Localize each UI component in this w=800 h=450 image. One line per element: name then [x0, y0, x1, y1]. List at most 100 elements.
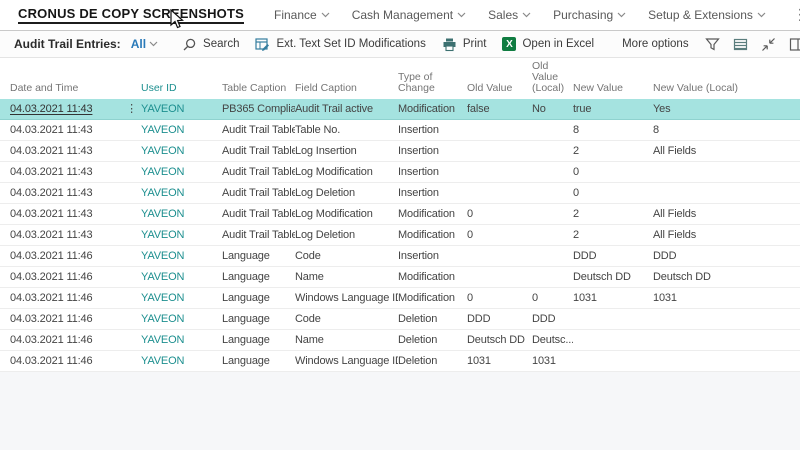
cell-old_local[interactable]: DDD: [532, 309, 573, 330]
cell-new[interactable]: 2: [573, 225, 653, 246]
cell-new[interactable]: 0: [573, 183, 653, 204]
cell-date[interactable]: 04.03.2021 11:43: [10, 162, 122, 183]
cell-table[interactable]: PB365 Complian...: [222, 99, 295, 120]
cell-new_local[interactable]: 1031: [653, 288, 790, 309]
cell-user[interactable]: YAVEON: [141, 204, 222, 225]
column-header-field-caption[interactable]: Field Caption: [295, 83, 398, 94]
cell-type[interactable]: Insertion: [398, 183, 467, 204]
cell-date[interactable]: 04.03.2021 11:43: [10, 183, 122, 204]
cell-new_local[interactable]: All Fields: [653, 141, 790, 162]
cell-type[interactable]: Deletion: [398, 330, 467, 351]
cell-new_local[interactable]: DDD: [653, 246, 790, 267]
nav-item-setup-extensions[interactable]: Setup & Extensions: [648, 8, 766, 22]
cell-old_local[interactable]: No: [532, 99, 573, 120]
nav-item-finance[interactable]: Finance: [274, 8, 330, 22]
cell-table[interactable]: Audit Trail Table ...: [222, 120, 295, 141]
cell-type[interactable]: Modification: [398, 99, 467, 120]
column-header-old-value[interactable]: Old Value: [467, 83, 532, 94]
table-row[interactable]: 04.03.2021 11:46YAVEONLanguageCodeInsert…: [0, 246, 800, 267]
filter-icon[interactable]: [705, 37, 720, 52]
more-options-button[interactable]: More options: [622, 38, 688, 50]
cell-type[interactable]: Deletion: [398, 309, 467, 330]
cell-field[interactable]: Code: [295, 246, 398, 267]
row-menu-icon[interactable]: ⋮: [122, 99, 141, 120]
cell-new[interactable]: 2: [573, 204, 653, 225]
cell-date[interactable]: 04.03.2021 11:43: [10, 141, 122, 162]
cell-date[interactable]: 04.03.2021 11:46: [10, 351, 122, 372]
cell-field[interactable]: Name: [295, 330, 398, 351]
cell-old[interactable]: 0: [467, 225, 532, 246]
cell-type[interactable]: Modification: [398, 288, 467, 309]
cell-user[interactable]: YAVEON: [141, 330, 222, 351]
column-header-user-id[interactable]: User ID: [141, 83, 222, 94]
column-header-type-of-change[interactable]: Type of Change: [398, 72, 467, 94]
table-row[interactable]: 04.03.2021 11:43YAVEONAudit Trail Table …: [0, 120, 800, 141]
cell-date[interactable]: 04.03.2021 11:46: [10, 330, 122, 351]
table-row[interactable]: 04.03.2021 11:43YAVEONAudit Trail Table …: [0, 162, 800, 183]
column-header-table-caption[interactable]: Table Caption: [222, 83, 295, 94]
cell-new_local[interactable]: All Fields: [653, 225, 790, 246]
cell-user[interactable]: YAVEON: [141, 267, 222, 288]
cell-new_local[interactable]: Deutsch DD: [653, 267, 790, 288]
cell-type[interactable]: Insertion: [398, 141, 467, 162]
cell-user[interactable]: YAVEON: [141, 309, 222, 330]
cell-date[interactable]: 04.03.2021 11:43: [10, 204, 122, 225]
table-row[interactable]: 04.03.2021 11:46 YAVEONLanguageWindows La…: [0, 288, 800, 309]
cell-new[interactable]: 2: [573, 141, 653, 162]
cell-table[interactable]: Audit Trail Table ...: [222, 225, 295, 246]
table-row[interactable]: 04.03.2021 11:43YAVEONAudit Trail Table …: [0, 225, 800, 246]
cell-new[interactable]: true: [573, 99, 653, 120]
cell-old[interactable]: 0: [467, 288, 532, 309]
open-pane-icon[interactable]: [789, 37, 800, 52]
cell-new[interactable]: Deutsch DD: [573, 267, 653, 288]
nav-item-purchasing[interactable]: Purchasing: [553, 8, 626, 22]
cell-field[interactable]: Windows Language ID: [295, 288, 398, 309]
cell-user[interactable]: YAVEON: [141, 288, 222, 309]
cell-date[interactable]: 04.03.2021 11:46: [10, 288, 122, 309]
table-row[interactable]: 04.03.2021 11:46 YAVEONLanguageNameDeleti…: [0, 330, 800, 351]
cell-new_local[interactable]: All Fields: [653, 204, 790, 225]
cell-table[interactable]: Audit Trail Table ...: [222, 204, 295, 225]
cell-old_local[interactable]: 0: [532, 288, 573, 309]
cell-user[interactable]: YAVEON: [141, 99, 222, 120]
cell-new[interactable]: 8: [573, 120, 653, 141]
cell-field[interactable]: Log Deletion: [295, 225, 398, 246]
cell-type[interactable]: Insertion: [398, 120, 467, 141]
cell-date[interactable]: 04.03.2021 11:43: [10, 120, 122, 141]
cell-new[interactable]: DDD: [573, 246, 653, 267]
open-in-excel-button[interactable]: X Open in Excel: [502, 37, 594, 51]
cell-field[interactable]: Log Modification: [295, 204, 398, 225]
table-row[interactable]: 04.03.2021 11:43⋮YAVEONPB365 Complian...…: [0, 99, 800, 120]
cell-field[interactable]: Log Modification: [295, 162, 398, 183]
cell-field[interactable]: Log Deletion: [295, 183, 398, 204]
column-header-new-value[interactable]: New Value: [573, 83, 653, 94]
cell-table[interactable]: Language: [222, 330, 295, 351]
column-header-new-value-local[interactable]: New Value (Local): [653, 83, 790, 94]
cell-old[interactable]: false: [467, 99, 532, 120]
company-name-link[interactable]: CRONUS DE COPY SCREENSHOTS: [18, 6, 244, 24]
collapse-icon[interactable]: [761, 37, 776, 52]
cell-date[interactable]: 04.03.2021 11:46: [10, 309, 122, 330]
cell-field[interactable]: Name: [295, 267, 398, 288]
cell-type[interactable]: Modification: [398, 267, 467, 288]
table-row[interactable]: 04.03.2021 11:43YAVEONAudit Trail Table …: [0, 183, 800, 204]
cell-table[interactable]: Language: [222, 288, 295, 309]
cell-table[interactable]: Audit Trail Table ...: [222, 183, 295, 204]
view-filter-all[interactable]: All: [131, 37, 158, 51]
table-row[interactable]: 04.03.2021 11:46YAVEONLanguageNameModifi…: [0, 267, 800, 288]
cell-table[interactable]: Language: [222, 267, 295, 288]
cell-old[interactable]: 0: [467, 204, 532, 225]
column-header-date-and-time[interactable]: Date and Time: [10, 83, 122, 94]
column-header-old-value-local[interactable]: Old Value (Local): [532, 61, 573, 94]
print-button[interactable]: Print: [442, 37, 487, 52]
cell-type[interactable]: Deletion: [398, 351, 467, 372]
table-row[interactable]: 04.03.2021 11:46YAVEONLanguageWindows La…: [0, 351, 800, 372]
list-layout-icon[interactable]: [733, 37, 748, 52]
cell-new[interactable]: 1031: [573, 288, 653, 309]
nav-item-sales[interactable]: Sales: [488, 8, 531, 22]
cell-user[interactable]: YAVEON: [141, 225, 222, 246]
cell-new[interactable]: 0: [573, 162, 653, 183]
cell-type[interactable]: Insertion: [398, 246, 467, 267]
cell-type[interactable]: Insertion: [398, 162, 467, 183]
table-row[interactable]: 04.03.2021 11:46YAVEONLanguageCodeDeleti…: [0, 309, 800, 330]
